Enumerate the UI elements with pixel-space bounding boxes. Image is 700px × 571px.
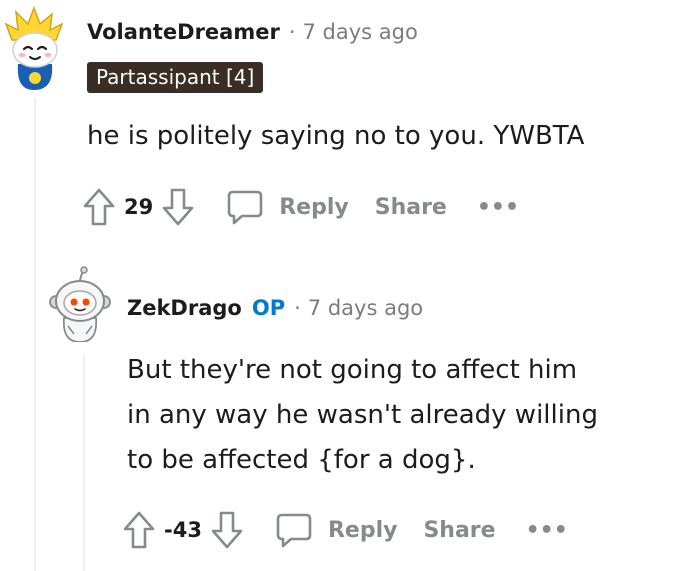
timestamp[interactable]: 7 days ago: [308, 296, 423, 320]
comment-body: he is politely saying no to you. YWBTA: [87, 114, 584, 159]
timestamp[interactable]: 7 days ago: [303, 20, 418, 44]
comment-thread: VolanteDreamer · 7 days ago Partassipant…: [0, 0, 700, 571]
comment-text-line: to be affected {for a dog}.: [127, 445, 476, 475]
comment-body: But they're not going to affect him in a…: [127, 348, 647, 483]
thread-line-nested[interactable]: [83, 355, 85, 571]
more-options-icon[interactable]: •••: [526, 518, 568, 543]
comment-text-line: But they're not going to affect him: [127, 355, 578, 385]
avatar[interactable]: [4, 6, 66, 90]
vote-count: 29: [124, 195, 154, 219]
reply-label: Reply: [327, 517, 398, 543]
downvote-button[interactable]: [161, 187, 195, 227]
reply-button[interactable]: Reply: [225, 187, 349, 227]
username[interactable]: ZekDrago: [127, 296, 242, 320]
comment-text-line: in any way he wasn't already willing: [127, 400, 598, 430]
snoo-astronaut-icon: [49, 266, 111, 342]
comment-bubble-icon: [227, 190, 263, 225]
share-button[interactable]: Share: [423, 518, 495, 543]
comment-text-line: he is politely saying no to you. YWBTA: [87, 121, 585, 151]
upvote-button[interactable]: [82, 187, 116, 227]
username[interactable]: VolanteDreamer: [87, 20, 280, 44]
comment-actions: 29 Reply Share •••: [82, 182, 519, 232]
upvote-arrow-icon: [83, 188, 115, 226]
more-options-icon[interactable]: •••: [477, 195, 519, 220]
user-flair: Partassipant [4]: [87, 62, 264, 93]
op-badge: OP: [251, 296, 286, 320]
reply-button[interactable]: Reply: [274, 510, 398, 550]
upvote-button[interactable]: [122, 510, 156, 550]
reply-label: Reply: [279, 194, 349, 220]
share-button[interactable]: Share: [375, 195, 447, 220]
upvote-arrow-icon: [123, 511, 155, 549]
separator-dot: ·: [288, 20, 296, 44]
avatar[interactable]: [46, 266, 114, 342]
snoo-yellow-hair-icon: [4, 6, 64, 90]
downvote-arrow-icon: [162, 188, 194, 226]
separator-dot: ·: [294, 296, 301, 320]
downvote-button[interactable]: [210, 510, 244, 550]
comment-header: VolanteDreamer · 7 days ago: [87, 20, 418, 44]
comment-actions: -43 Reply Share •••: [122, 505, 568, 555]
vote-count: -43: [164, 518, 202, 542]
comment-header: ZekDrago OP · 7 days ago: [127, 296, 423, 320]
thread-line-top[interactable]: [34, 98, 36, 571]
comment-bubble-icon: [276, 513, 312, 548]
downvote-arrow-icon: [211, 511, 243, 549]
